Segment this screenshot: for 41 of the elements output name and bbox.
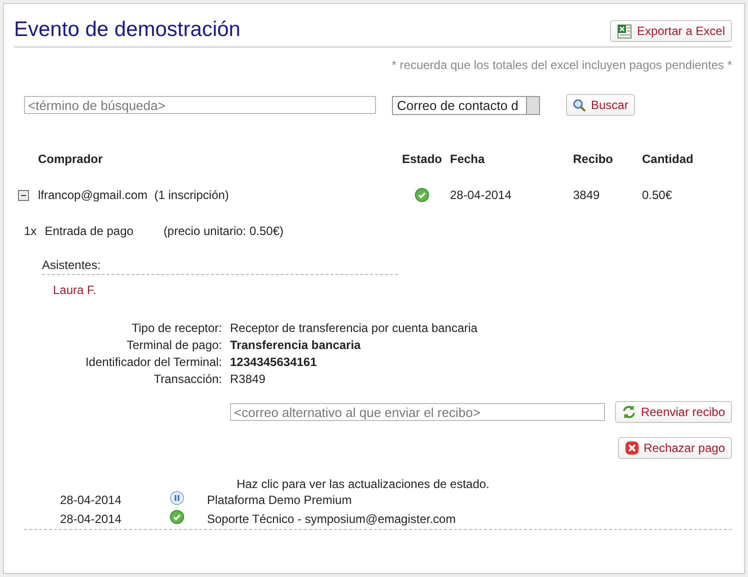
reject-payment-button[interactable]: Rechazar pago xyxy=(618,437,732,459)
export-excel-button[interactable]: Exportar a Excel xyxy=(610,20,732,42)
detail-label: Tipo de receptor: xyxy=(130,321,222,335)
search-field[interactable]: <término de búsqueda> xyxy=(24,96,376,114)
alt-email-field[interactable]: <correo alternativo al que enviar el recibo> xyxy=(230,403,605,421)
resend-receipt-button[interactable]: Reenviar recibo xyxy=(614,401,732,423)
column-header: Estado xyxy=(400,152,443,166)
status-updates-link[interactable]: Haz clic para ver las actualizaciones de estado. xyxy=(14,477,732,491)
excel-note: * recuerda que los totales del excel incluyen pagos pendientes * xyxy=(390,58,732,72)
search-icon xyxy=(573,98,586,112)
refresh-icon xyxy=(622,405,636,419)
column-header: Fecha xyxy=(450,152,486,166)
attendee-name: Laura F. xyxy=(53,283,98,297)
update-text: Soporte Técnico - symposium@emagister.com xyxy=(207,512,457,526)
update-text: Plataforma Demo Premium xyxy=(207,492,353,506)
page-title: Evento de demostración xyxy=(14,18,240,42)
attendees-label: Asistentes: xyxy=(42,258,398,275)
detail-label: Identificador del Terminal: xyxy=(84,355,222,369)
date-cell-text: 28-04-2014 xyxy=(450,188,512,202)
spreadsheet-icon xyxy=(616,24,632,38)
detail-value: Transferencia bancaria xyxy=(230,338,362,352)
update-date: 28-04-2014 xyxy=(60,512,122,526)
quantity: 1x xyxy=(24,224,37,238)
unit-price: (precio unitario: 0.50€) xyxy=(163,224,284,238)
close-icon xyxy=(624,441,639,455)
collapse-icon[interactable] xyxy=(18,190,29,200)
detail-value: Receptor de transferencia por cuenta bancaria xyxy=(230,321,478,335)
detail-value: R3849 xyxy=(230,372,266,386)
buyer-email: lfrancop@gmail.com (1 inscripción) xyxy=(38,188,230,202)
column-header: Recibo xyxy=(573,152,614,166)
amount-cell-text: 0.50€ xyxy=(642,188,674,202)
receipt-cell-text: 3849 xyxy=(573,188,601,202)
detail-label: Terminal de pago: xyxy=(126,338,222,352)
detail-label: Transacción: xyxy=(152,372,222,386)
search-button[interactable]: Buscar xyxy=(566,94,636,116)
ticket-name: Entrada de pago xyxy=(44,224,134,238)
filter-dropdown[interactable]: Correo de contacto d xyxy=(392,96,540,114)
detail-value: 1234345634161 xyxy=(230,355,318,369)
column-header: Cantidad xyxy=(642,152,694,166)
column-header: Comprador xyxy=(38,152,104,166)
update-date: 28-04-2014 xyxy=(60,492,122,506)
